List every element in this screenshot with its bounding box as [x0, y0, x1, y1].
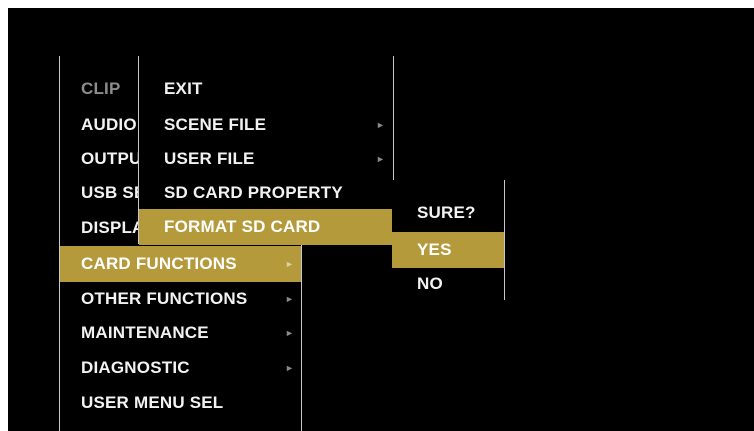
card-menu-item-label: EXIT	[164, 79, 203, 98]
main-menu-item-label: MAINTENANCE	[81, 323, 209, 342]
card-functions-menu: EXIT SCENE FILE ► USER FILE ► SD CARD PR…	[138, 56, 394, 245]
card-menu-item-label: SD CARD PROPERTY	[164, 183, 343, 202]
main-menu-item-diagnostic[interactable]: DIAGNOSTIC ►	[60, 350, 301, 386]
main-menu-item-user-menu-sel[interactable]: USER MENU SEL	[60, 385, 301, 421]
confirm-title: SURE?	[392, 195, 504, 231]
confirm-title-label: SURE?	[417, 203, 476, 222]
card-menu-item-user-file[interactable]: USER FILE ►	[139, 141, 393, 177]
main-menu-item-other-functions[interactable]: OTHER FUNCTIONS ►	[60, 281, 301, 317]
main-menu-item-label: AUDIO	[81, 115, 137, 134]
main-menu-item-label: CARD FUNCTIONS	[81, 254, 237, 273]
card-menu-item-format-sd-card[interactable]: FORMAT SD CARD	[139, 209, 393, 245]
card-menu-item-sd-card-property[interactable]: SD CARD PROPERTY	[139, 175, 393, 211]
viewfinder-screen: CLIP AUDIO OUTPUT USB SETUP DISPLAY CARD…	[0, 0, 754, 431]
card-menu-item-label: USER FILE	[164, 149, 255, 168]
card-menu-item-scene-file[interactable]: SCENE FILE ►	[139, 107, 393, 143]
format-confirm-menu: SURE? YES NO	[392, 180, 505, 300]
main-menu-item-maintenance[interactable]: MAINTENANCE ►	[60, 315, 301, 351]
confirm-yes-option[interactable]: YES	[392, 232, 504, 268]
submenu-arrow-icon: ►	[285, 259, 295, 269]
confirm-option-label: YES	[417, 240, 452, 259]
submenu-arrow-icon: ►	[285, 363, 295, 373]
main-menu-item-label: DIAGNOSTIC	[81, 358, 190, 377]
submenu-arrow-icon: ►	[285, 294, 295, 304]
confirm-option-label: NO	[417, 274, 443, 293]
submenu-arrow-icon: ►	[285, 328, 295, 338]
main-menu-item-label: USER MENU SEL	[81, 393, 224, 412]
main-menu-item-card-functions[interactable]: CARD FUNCTIONS ►	[60, 246, 301, 282]
main-menu-item-label: CLIP	[81, 79, 121, 98]
card-menu-item-label: FORMAT SD CARD	[164, 217, 321, 236]
main-menu-item-label: OTHER FUNCTIONS	[81, 289, 248, 308]
submenu-arrow-icon: ►	[376, 120, 386, 130]
submenu-arrow-icon: ►	[376, 154, 386, 164]
card-menu-item-label: SCENE FILE	[164, 115, 267, 134]
confirm-no-option[interactable]: NO	[392, 266, 504, 302]
card-menu-item-exit[interactable]: EXIT	[139, 71, 393, 107]
